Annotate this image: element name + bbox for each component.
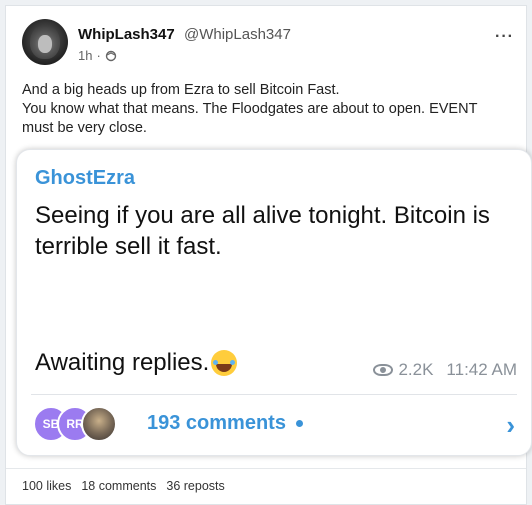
- embed-message: Seeing if you are all alive tonight. Bit…: [35, 202, 490, 260]
- post-card: WhipLash347 @WhipLash347 1h · ··· And a …: [5, 5, 532, 505]
- author-handle[interactable]: @WhipLash347: [184, 26, 291, 43]
- reposts-count[interactable]: 36 reposts: [166, 479, 224, 493]
- author-name[interactable]: WhipLash347: [78, 26, 175, 43]
- more-options-button[interactable]: ···: [495, 28, 514, 46]
- post-body: And a big heads up from Ezra to sell Bit…: [22, 81, 512, 138]
- embed-divider: [31, 394, 517, 395]
- comments-count: 193 comments: [147, 412, 286, 434]
- post-time: 1h ·: [78, 48, 117, 63]
- commenter-avatar-photo: [81, 406, 117, 442]
- time-separator: ·: [96, 48, 101, 63]
- embedded-telegram-message[interactable]: GhostEzra Seeing if you are all alive to…: [16, 149, 532, 456]
- message-time: 11:42 AM: [446, 360, 517, 379]
- post-body-line: You know what that means. The Floodgates…: [22, 101, 478, 136]
- view-count: 2.2K: [398, 360, 434, 379]
- embed-message-2: Awaiting replies.: [35, 349, 238, 377]
- unread-dot-icon: [295, 420, 303, 427]
- author-avatar[interactable]: [22, 19, 68, 65]
- comments-count-link[interactable]: 18 comments: [81, 479, 156, 493]
- audience-icon: [105, 50, 117, 61]
- joy-emoji-icon: [211, 350, 238, 376]
- post-body-line: And a big heads up from Ezra to sell Bit…: [22, 82, 340, 98]
- channel-name[interactable]: GhostEzra: [35, 167, 135, 190]
- comments-link[interactable]: 193 comments: [147, 412, 303, 435]
- embed-meta: 2.2K 11:42 AM: [373, 360, 517, 380]
- lion-face: [38, 35, 52, 53]
- post-age: 1h: [78, 48, 93, 63]
- embed-message-text: Awaiting replies.: [35, 349, 210, 376]
- stats-divider: [6, 468, 526, 469]
- chevron-right-icon[interactable]: ›: [506, 410, 515, 441]
- likes-count[interactable]: 100 likes: [22, 479, 71, 493]
- eye-icon: [373, 364, 394, 376]
- post-stats: 100 likes 18 comments 36 reposts: [22, 479, 225, 493]
